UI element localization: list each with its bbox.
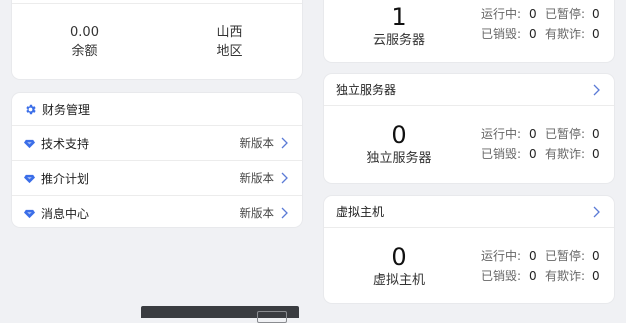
destroyed-label: 已销毁: — [481, 27, 522, 41]
dedicated-header[interactable]: 独立服务器 — [324, 74, 614, 106]
running-label: 运行中: — [481, 249, 522, 263]
divider — [12, 3, 302, 4]
dedicated-count-block: 0 独立服务器 — [324, 120, 474, 168]
finance-title: 财务管理 — [42, 102, 91, 117]
finance-item-label: 消息中心 — [41, 206, 90, 221]
vhost-stats: 运行中: 0 已暂停: 0 已销毁: 0 有欺诈: 0 — [481, 246, 600, 286]
vhost-title: 虚拟主机 — [336, 205, 385, 219]
account-summary-card: 0.00 余额 山西 地区 — [12, 0, 302, 79]
paused-count: 0 — [592, 7, 600, 21]
chevron-right-icon — [592, 206, 600, 218]
vhost-header[interactable]: 虚拟主机 — [324, 196, 614, 228]
diamond-icon — [24, 138, 35, 149]
destroyed-label: 已销毁: — [481, 269, 522, 283]
paused-label: 已暂停: — [545, 127, 586, 141]
region-stat: 山西 地区 — [157, 23, 302, 62]
fraud-count: 0 — [592, 147, 600, 161]
destroyed-label: 已销毁: — [481, 147, 522, 161]
fraud-label: 有欺诈: — [545, 147, 586, 161]
running-count: 0 — [529, 7, 537, 21]
dedicated-server-card: 独立服务器 0 独立服务器 运行中: 0 已暂停: 0 已销毁: 0 有欺诈: 0 — [324, 74, 614, 183]
running-count: 0 — [529, 249, 537, 263]
paused-label: 已暂停: — [545, 7, 586, 21]
diamond-icon — [24, 173, 35, 184]
chevron-right-icon — [280, 137, 288, 149]
destroyed-count: 0 — [529, 27, 537, 41]
dedicated-label: 独立服务器 — [366, 151, 432, 166]
paused-label: 已暂停: — [545, 249, 586, 263]
fraud-count: 0 — [592, 269, 600, 283]
paused-count: 0 — [592, 249, 600, 263]
destroyed-count: 0 — [529, 147, 537, 161]
gear-icon — [24, 103, 37, 116]
dedicated-count: 0 — [391, 121, 407, 149]
dedicated-title: 独立服务器 — [336, 83, 397, 97]
vhost-count-block: 0 虚拟主机 — [324, 242, 474, 290]
balance-stat: 0.00 余额 — [12, 23, 157, 62]
balance-label: 余额 — [71, 44, 98, 59]
finance-item-tech-support[interactable]: 技术支持 新版本 — [12, 125, 302, 160]
finance-card: 财务管理 技术支持 新版本 推介计划 新版本 消息中心 新版本 — [12, 93, 302, 227]
finance-header: 财务管理 — [12, 93, 302, 125]
version-tag: 新版本 — [239, 136, 275, 150]
destroyed-count: 0 — [529, 269, 537, 283]
cloud-count-block: 1 云服务器 — [324, 2, 474, 50]
dedicated-stats: 运行中: 0 已暂停: 0 已销毁: 0 有欺诈: 0 — [481, 124, 600, 164]
cloud-count: 1 — [391, 3, 407, 31]
cloud-stats: 运行中: 0 已暂停: 0 已销毁: 0 有欺诈: 0 — [481, 4, 600, 44]
finance-item-messages[interactable]: 消息中心 新版本 — [12, 195, 302, 230]
version-tag: 新版本 — [239, 206, 275, 220]
fraud-label: 有欺诈: — [545, 27, 586, 41]
finance-item-referral[interactable]: 推介计划 新版本 — [12, 160, 302, 195]
running-label: 运行中: — [481, 7, 522, 21]
vhost-count: 0 — [391, 243, 407, 271]
toolbar-button[interactable] — [257, 311, 287, 323]
region-label: 地区 — [216, 44, 243, 59]
cloud-server-card[interactable]: 1 云服务器 运行中: 0 已暂停: 0 已销毁: 0 有欺诈: 0 — [324, 0, 614, 62]
virtual-host-card: 虚拟主机 0 虚拟主机 运行中: 0 已暂停: 0 已销毁: 0 有欺诈: 0 — [324, 196, 614, 303]
vhost-label: 虚拟主机 — [372, 273, 425, 288]
running-label: 运行中: — [481, 127, 522, 141]
diamond-icon — [24, 208, 35, 219]
balance-value: 0.00 — [70, 25, 99, 40]
fraud-label: 有欺诈: — [545, 269, 586, 283]
running-count: 0 — [529, 127, 537, 141]
chevron-right-icon — [592, 84, 600, 96]
version-tag: 新版本 — [239, 171, 275, 185]
chevron-right-icon — [280, 207, 288, 219]
fraud-count: 0 — [592, 27, 600, 41]
finance-item-label: 技术支持 — [41, 136, 90, 151]
paused-count: 0 — [592, 127, 600, 141]
region-value: 山西 — [216, 25, 243, 40]
finance-item-label: 推介计划 — [41, 171, 90, 186]
bottom-toolbar — [141, 306, 299, 323]
cloud-label: 云服务器 — [372, 33, 425, 48]
chevron-right-icon — [280, 172, 288, 184]
